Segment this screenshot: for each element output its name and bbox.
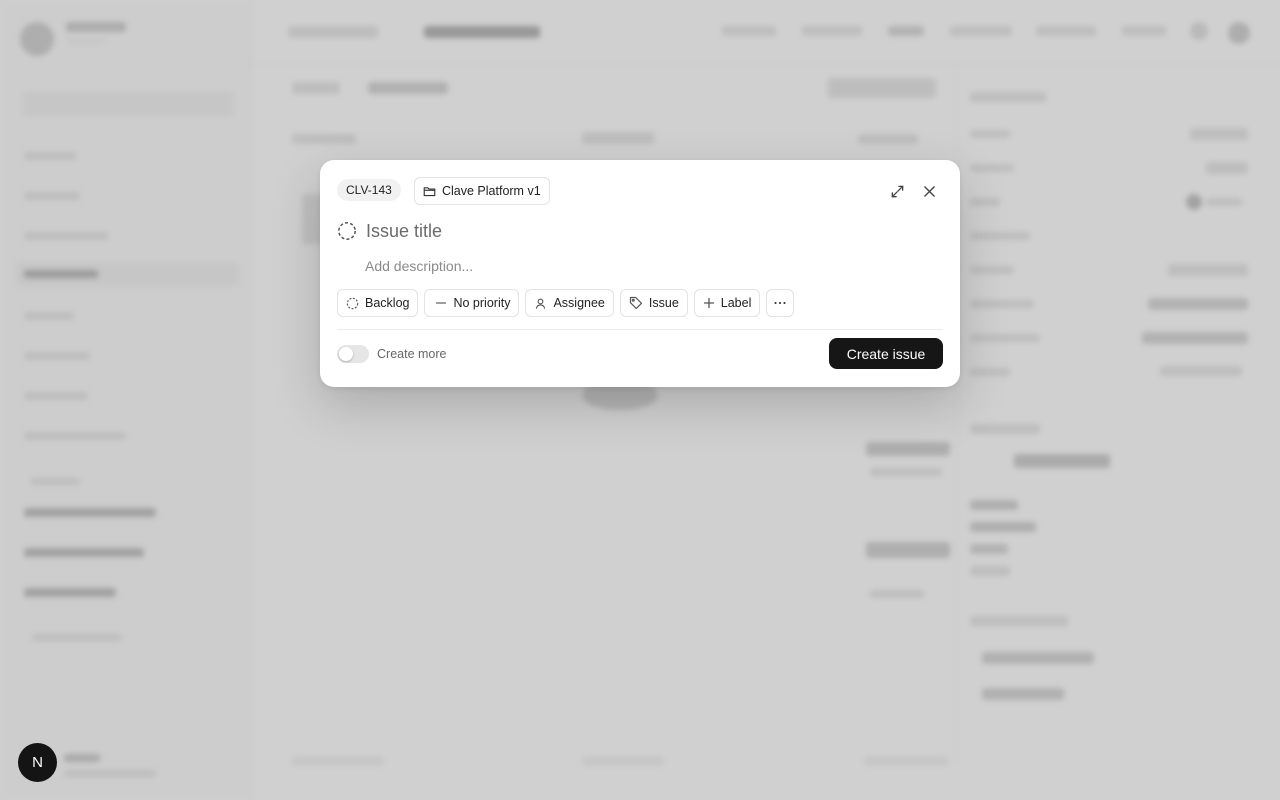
type-label: Issue (648, 296, 679, 310)
issue-title-input[interactable] (366, 220, 906, 242)
plus-icon (703, 297, 715, 309)
create-more-toggle[interactable] (337, 345, 369, 363)
close-icon (923, 185, 936, 198)
user-avatar[interactable]: N (18, 743, 57, 782)
more-options-button[interactable] (766, 289, 795, 317)
expand-button[interactable] (886, 180, 908, 202)
close-button[interactable] (918, 180, 940, 202)
modal-overlay[interactable] (0, 0, 1280, 800)
modal-divider (337, 329, 943, 330)
assignee-label: Assignee (553, 296, 605, 310)
assignee-selector[interactable]: Assignee (525, 289, 614, 317)
status-label: Backlog (365, 296, 410, 310)
project-selector[interactable]: Clave Platform v1 (414, 177, 550, 205)
description-input[interactable] (365, 258, 935, 274)
property-bar: Backlog No priority Assignee Issue Label (337, 289, 795, 317)
expand-icon (890, 184, 905, 199)
tag-icon (629, 296, 643, 310)
label-selector[interactable]: Label (693, 289, 761, 317)
dash-icon (435, 297, 447, 309)
label-label: Label (720, 296, 752, 310)
dashed-circle-icon (346, 297, 359, 310)
toggle-knob (339, 347, 353, 361)
folder-icon (423, 185, 436, 198)
title-row (337, 220, 906, 242)
dashed-circle-icon[interactable] (337, 221, 357, 241)
issue-id-badge: CLV-143 (337, 179, 401, 201)
create-more-label: Create more (377, 347, 447, 361)
priority-selector[interactable]: No priority (424, 289, 520, 317)
type-selector[interactable]: Issue (619, 289, 688, 317)
ellipsis-icon (773, 301, 787, 305)
status-selector[interactable]: Backlog (337, 289, 419, 317)
user-icon (534, 297, 547, 310)
project-label: Clave Platform v1 (442, 184, 541, 198)
create-issue-button[interactable]: Create issue (829, 338, 943, 369)
priority-label: No priority (453, 296, 511, 310)
